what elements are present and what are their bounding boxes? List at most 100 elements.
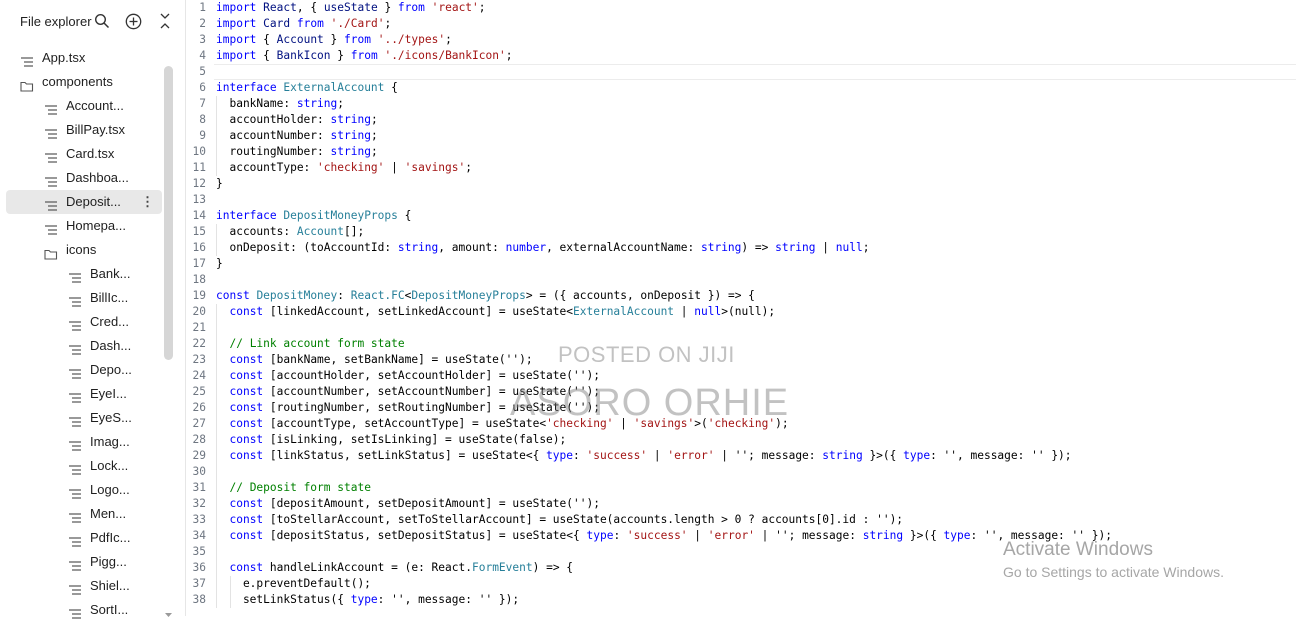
code-token: '../types' xyxy=(377,33,446,46)
line-number: 32 xyxy=(192,497,206,510)
tree-file[interactable]: EyeI... xyxy=(6,382,162,406)
code-line[interactable]: 31 // Deposit form state xyxy=(186,480,1296,496)
tree-file[interactable]: BillPay.tsx xyxy=(6,118,162,142)
tree-file[interactable]: Men... xyxy=(6,502,162,526)
code-line[interactable]: 12} xyxy=(186,176,1296,192)
tree-file[interactable]: Cred... xyxy=(6,310,162,334)
search-icon[interactable] xyxy=(92,11,112,31)
tree-item-label: Logo... xyxy=(90,482,130,497)
code-line[interactable]: 14 interface DepositMoneyProps { xyxy=(186,208,1296,224)
code-token: // Link account form state xyxy=(229,337,405,350)
tree-item-label: EyeS... xyxy=(90,410,132,425)
code-line[interactable]: 8 accountHolder: string; xyxy=(186,112,1296,128)
code-line[interactable]: 2 import Card from './Card'; xyxy=(186,16,1296,32)
code-line[interactable]: 33 const [toStellarAccount, setToStellar… xyxy=(186,512,1296,528)
code-token: [accountType, setAccountType] = useState… xyxy=(263,417,547,430)
tree-file[interactable]: Deposit... ⋮ xyxy=(6,190,162,214)
tree-file[interactable]: EyeS... xyxy=(6,406,162,430)
code-line[interactable]: 28 const [isLinking, setIsLinking] = use… xyxy=(186,432,1296,448)
scroll-down-icon[interactable] xyxy=(164,604,173,617)
code-token: accountType: xyxy=(216,161,318,174)
tree-file[interactable]: SortI... xyxy=(6,598,162,622)
code-text: interface ExternalAccount { xyxy=(216,80,398,96)
tree-file[interactable]: PdfIc... xyxy=(6,526,162,550)
more-options-icon[interactable]: ⋮ xyxy=(141,190,154,214)
code-line[interactable]: 6 interface ExternalAccount { xyxy=(186,80,1296,96)
tree-file[interactable]: Pigg... xyxy=(6,550,162,574)
code-token: const xyxy=(229,369,264,382)
code-line[interactable]: 13 xyxy=(186,192,1296,208)
tree-file[interactable]: Dash... xyxy=(6,334,162,358)
code-token: useState xyxy=(323,1,378,14)
code-line[interactable]: 22 // Link account form state xyxy=(186,336,1296,352)
code-token: from xyxy=(397,1,425,14)
code-line[interactable]: 30 xyxy=(186,464,1296,480)
code-token: ; xyxy=(384,17,392,30)
code-token: { xyxy=(397,209,412,222)
tree-file[interactable]: BillIc... xyxy=(6,286,162,310)
code-line[interactable]: 23 const [bankName, setBankName] = useSt… xyxy=(186,352,1296,368)
code-text: setLinkStatus({ type: '', message: '' })… xyxy=(216,592,519,608)
code-line[interactable]: 38 setLinkStatus({ type: '', message: ''… xyxy=(186,592,1296,608)
tree-file[interactable]: Imag... xyxy=(6,430,162,454)
tree-file[interactable]: Logo... xyxy=(6,478,162,502)
code-line[interactable]: 32 const [depositAmount, setDepositAmoun… xyxy=(186,496,1296,512)
code-line[interactable]: 1 import React, { useState } from 'react'… xyxy=(186,0,1296,16)
code-line[interactable]: 5 xyxy=(186,64,1296,80)
code-token: from xyxy=(296,17,324,30)
code-token: handleLinkAccount = (e: React. xyxy=(263,561,472,574)
tree-item-label: Deposit... xyxy=(66,194,121,209)
collapse-icon[interactable] xyxy=(155,11,175,31)
code-line[interactable]: 18 xyxy=(186,272,1296,288)
code-line[interactable]: 11 accountType: 'checking' | 'savings'; xyxy=(186,160,1296,176)
code-token: 'error' xyxy=(667,449,715,462)
code-line[interactable]: 4 import { BankIcon } from './icons/BankI… xyxy=(186,48,1296,64)
code-line[interactable]: 7 bankName: string; xyxy=(186,96,1296,112)
code-line[interactable]: 20 const [linkedAccount, setLinkedAccoun… xyxy=(186,304,1296,320)
tree-file[interactable]: Homepa... xyxy=(6,214,162,238)
code-line[interactable]: 29 const [linkStatus, setLinkStatus] = u… xyxy=(186,448,1296,464)
tree-file[interactable]: Shiel... xyxy=(6,574,162,598)
code-line[interactable]: 16 onDeposit: (toAccountId: string, amou… xyxy=(186,240,1296,256)
line-number: 38 xyxy=(192,593,206,606)
code-line[interactable]: 9 accountNumber: string; xyxy=(186,128,1296,144)
tree-folder[interactable]: components xyxy=(6,70,162,94)
code-token: type xyxy=(943,529,971,542)
code-line[interactable]: 21 xyxy=(186,320,1296,336)
code-token: DepositMoneyProps xyxy=(283,209,398,222)
line-number: 11 xyxy=(192,161,206,174)
line-number: 30 xyxy=(192,465,206,478)
line-number: 33 xyxy=(192,513,206,526)
tree-file[interactable]: Account... xyxy=(6,94,162,118)
code-token: > = ({ accounts, onDeposit }) => { xyxy=(525,289,755,302)
code-editor[interactable]: 1 import React, { useState } from 'react'… xyxy=(186,0,1296,616)
line-number: 14 xyxy=(192,209,206,222)
code-token: >(null); xyxy=(721,305,776,318)
code-line[interactable]: 17} xyxy=(186,256,1296,272)
code-line[interactable]: 15 accounts: Account[]; xyxy=(186,224,1296,240)
tree-file[interactable]: Lock... xyxy=(6,454,162,478)
tree-folder[interactable]: icons xyxy=(6,238,162,262)
code-token: ; xyxy=(337,97,344,110)
code-line[interactable]: 19 const DepositMoney: React.FC<DepositMo… xyxy=(186,288,1296,304)
line-number: 23 xyxy=(192,353,206,366)
code-text: const [linkedAccount, setLinkedAccount] … xyxy=(216,304,775,320)
code-line[interactable]: 10 routingNumber: string; xyxy=(186,144,1296,160)
tree-file[interactable]: Depo... xyxy=(6,358,162,382)
line-number: 3 xyxy=(199,33,206,46)
code-token: import xyxy=(216,33,257,46)
tree-file[interactable]: App.tsx xyxy=(6,46,162,70)
tree-file[interactable]: Bank... xyxy=(6,262,162,286)
scrollbar-thumb[interactable] xyxy=(164,66,173,360)
code-token: [isLinking, setIsLinking] = useState(fal… xyxy=(263,433,567,446)
add-icon[interactable] xyxy=(123,11,143,31)
file-icon xyxy=(68,364,82,379)
tree-file[interactable]: Dashboa... xyxy=(6,166,162,190)
file-icon xyxy=(68,532,82,547)
code-line[interactable]: 3 import { Account } from '../types'; xyxy=(186,32,1296,48)
code-token: [toStellarAccount, setToStellarAccount] … xyxy=(263,513,904,526)
indent-guide xyxy=(216,544,217,560)
code-token: 'savings' xyxy=(404,161,466,174)
tree-file[interactable]: Card.tsx xyxy=(6,142,162,166)
